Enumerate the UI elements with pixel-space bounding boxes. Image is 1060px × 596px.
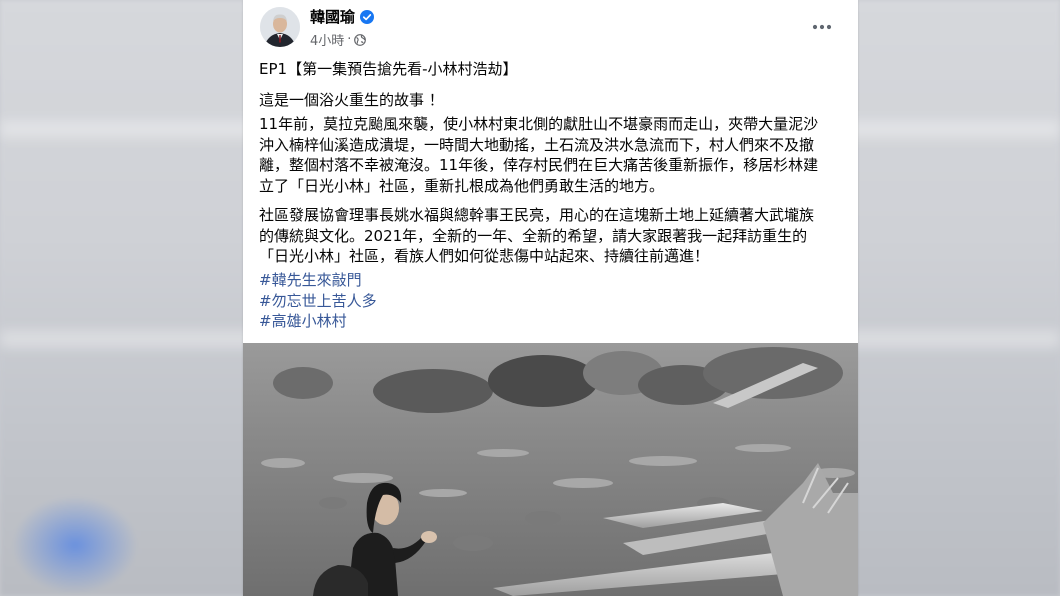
post-meta: 4小時 · xyxy=(310,30,367,49)
hashtag-link[interactable]: #高雄小林村 xyxy=(259,311,377,332)
post-intro: 這是一個浴火重生的故事 ！ xyxy=(259,91,444,109)
post-photo[interactable] xyxy=(243,343,858,596)
paragraph-line: 離，整個村落不幸被淹沒。11年後，倖存村民們在巨大痛苦後重新振作，移居杉林建 xyxy=(259,156,819,174)
avatar[interactable] xyxy=(260,7,300,47)
paragraph-line: 的傳統與文化。2021年，全新的一年、全新的希望，請大家跟著我一起拜訪重生的 xyxy=(259,226,808,245)
meta-separator: · xyxy=(347,32,352,47)
more-options-button[interactable] xyxy=(809,14,835,40)
facebook-post: 韓國瑜 4小時 · EP1【第一集預告搶先看-小林村浩劫】 這是一個浴火重生的故… xyxy=(243,0,858,596)
hashtag-link[interactable]: #韓先生來敲門 xyxy=(259,270,377,291)
post-title-line: EP1【第一集預告搶先看-小林村浩劫】 xyxy=(259,60,518,78)
paragraph-line: 「日光小林」社區，看族人們如何從悲傷中站起來、持續往前邁進！ xyxy=(259,247,710,265)
paragraph-line: 立了「日光小林」社區，重新扎根成為他們勇敢生活的地方。 xyxy=(259,176,665,195)
post-paragraph-2: 社區發展協會理事長姚水福與總幹事王民亮，用心的在這塊新土地上延續著大武壠族 的傳… xyxy=(259,205,814,267)
timestamp[interactable]: 4小時 xyxy=(310,30,344,49)
more-options-icon xyxy=(812,24,832,30)
post-paragraph-1: 11年前，莫拉克颱風來襲，使小林村東北側的獻肚山不堪豪雨而走山，夾帶大量泥沙 沖… xyxy=(259,114,818,196)
paragraph-line: 沖入楠梓仙溪造成潰堤，一時間大地動搖，土石流及洪水急流而下，村人們來不及撤 xyxy=(259,135,815,154)
paragraph-line: 社區發展協會理事長姚水福與總幹事王民亮，用心的在這塊新土地上延續著大武壠族 xyxy=(259,206,815,224)
author-name[interactable]: 韓國瑜 xyxy=(310,6,355,27)
globe-icon xyxy=(354,33,367,46)
hashtag-list: #韓先生來敲門 #勿忘世上苦人多 #高雄小林村 xyxy=(259,270,377,332)
hashtag-link[interactable]: #勿忘世上苦人多 xyxy=(259,291,377,312)
author-name-row: 韓國瑜 xyxy=(310,6,375,27)
verified-badge-icon xyxy=(360,9,375,24)
paragraph-line: 11年前，莫拉克颱風來襲，使小林村東北側的獻肚山不堪豪雨而走山，夾帶大量泥沙 xyxy=(259,115,819,133)
